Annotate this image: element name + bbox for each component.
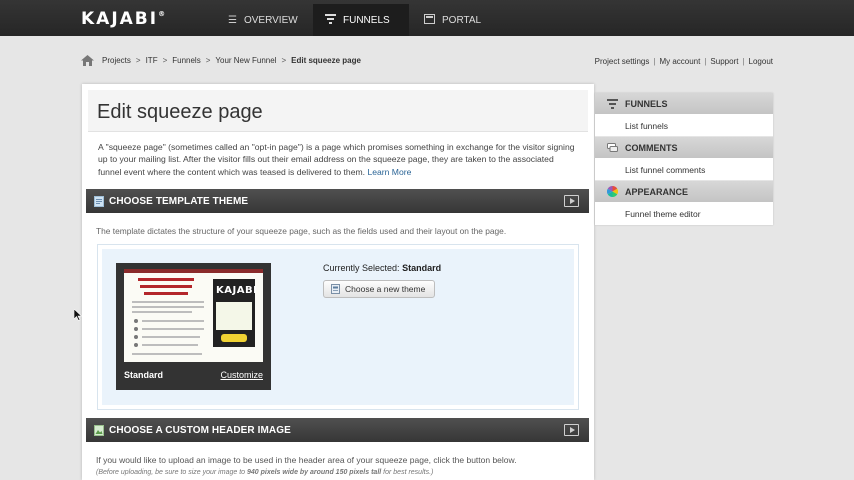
nav-tab-overview[interactable]: ☰ OVERVIEW [220,4,310,36]
section-title: CHOOSE TEMPLATE THEME [109,195,249,207]
sidebar: FUNNELS List funnels COMMENTS List funne… [595,93,773,225]
video-help-icon[interactable] [564,424,579,436]
list-icon: ☰ [228,14,237,26]
main-panel: Edit squeeze page A "squeeze page" (some… [82,84,594,480]
registered-mark: ® [158,10,166,18]
thumbnail-top-bar [124,269,263,273]
page-icon [94,195,104,207]
nav-tab-label: OVERVIEW [243,14,298,26]
learn-more-link[interactable]: Learn More [367,167,411,177]
thumbnail-bullet [134,335,138,339]
breadcrumb-separator: > [162,56,168,65]
thumbnail-text-line [132,301,204,303]
portal-icon [424,13,435,27]
section-title: CHOOSE A CUSTOM HEADER IMAGE [109,424,291,436]
home-icon[interactable] [81,55,94,66]
my-account-link[interactable]: My account [659,57,700,66]
thumbnail-bullet [134,319,138,323]
sidebar-header-appearance: APPEARANCE [595,181,773,202]
breadcrumb: Projects > ITF > Funnels > Your New Funn… [81,55,361,66]
template-description: The template dictates the structure of y… [96,226,507,236]
thumbnail-graphic [216,302,252,330]
theme-name: Standard [124,370,164,380]
thumbnail-button [221,334,247,342]
thumbnail-text-line [132,306,204,308]
breadcrumb-projects[interactable]: Projects [102,56,131,65]
top-nav-bar: KAJABI® ☰ OVERVIEW FUNNELS PORTAL [0,0,854,36]
sidebar-header-comments: COMMENTS [595,137,773,158]
thumbnail-headline [138,278,194,281]
theme-icon [331,284,340,294]
breadcrumb-separator: > [135,56,141,65]
thumbnail-headline [144,292,188,295]
intro-text: A "squeeze page" (sometimes called an "o… [98,141,578,178]
note-prefix: (Before uploading, be sure to size your … [96,469,246,476]
funnel-icon [607,99,618,109]
link-separator: | [742,57,745,66]
selected-label: Currently Selected: [323,263,400,273]
note-dimensions: 940 pixels wide by around 150 pixels tal… [246,469,382,476]
sidebar-link-list-funnels[interactable]: List funnels [625,121,668,131]
breadcrumb-current: Edit squeeze page [291,56,361,65]
choose-new-theme-button[interactable]: Choose a new theme [323,280,435,298]
comments-icon [607,143,618,152]
thumbnail-text-line [132,311,192,313]
sidebar-header-label: APPEARANCE [625,186,689,197]
header-image-description: If you would like to upload an image to … [96,455,517,465]
image-icon [94,424,104,436]
color-wheel-icon [607,186,618,197]
thumbnail-text-line [142,336,200,338]
header-image-note: (Before uploading, be sure to size your … [96,469,433,476]
thumbnail-headline [140,285,192,288]
thumbnail-logo: KAJABI [216,285,258,296]
thumbnail-text-line [142,320,204,322]
nav-tab-label: PORTAL [442,14,482,26]
logo-text: KAJABI [81,9,159,29]
thumbnail-text-line [142,344,198,346]
breadcrumb-itf[interactable]: ITF [146,56,158,65]
link-separator: | [704,57,707,66]
mouse-cursor-icon [74,309,82,321]
page-title: Edit squeeze page [97,101,263,123]
button-label: Choose a new theme [345,284,426,294]
section-header-template-theme: CHOOSE TEMPLATE THEME [86,189,589,213]
sidebar-link-list-funnel-comments[interactable]: List funnel comments [625,165,705,175]
project-settings-link[interactable]: Project settings [595,57,650,66]
thumbnail-text-line [142,328,204,330]
nav-tab-funnels[interactable]: FUNNELS [313,4,409,36]
currently-selected: Currently Selected: Standard [323,263,441,273]
theme-selection-area: KAJABI Standard Customize Currently Sele… [97,244,579,410]
breadcrumb-your-new-funnel[interactable]: Your New Funnel [215,56,276,65]
video-help-icon[interactable] [564,195,579,207]
breadcrumb-funnels[interactable]: Funnels [172,56,200,65]
thumbnail-optin-box: KAJABI [213,279,258,347]
nav-tab-label: FUNNELS [343,14,390,26]
thumbnail-text-line [132,353,202,355]
note-suffix: for best results.) [383,469,434,476]
intro-body: A "squeeze page" (sometimes called an "o… [98,142,575,177]
page-title-box: Edit squeeze page [88,90,588,132]
customize-link[interactable]: Customize [220,370,263,380]
sidebar-header-funnels: FUNNELS [595,93,773,114]
thumbnail-bullet [134,327,138,331]
sidebar-header-label: FUNNELS [625,98,668,109]
account-links: Project settings | My account | Support … [595,57,773,66]
funnel-icon [325,13,336,27]
breadcrumb-separator: > [281,56,287,65]
nav-tab-portal[interactable]: PORTAL [412,4,492,36]
thumbnail-bullet [134,343,138,347]
sidebar-header-label: COMMENTS [625,142,678,153]
kajabi-logo[interactable]: KAJABI® [81,9,165,29]
selected-value: Standard [402,263,442,273]
logout-link[interactable]: Logout [749,57,773,66]
section-header-custom-header-image: CHOOSE A CUSTOM HEADER IMAGE [86,418,589,442]
support-link[interactable]: Support [710,57,738,66]
breadcrumb-separator: > [205,56,211,65]
theme-thumbnail: KAJABI [124,269,263,362]
theme-preview-card[interactable]: KAJABI Standard Customize [116,263,271,390]
sidebar-link-funnel-theme-editor[interactable]: Funnel theme editor [625,209,701,219]
link-separator: | [653,57,656,66]
